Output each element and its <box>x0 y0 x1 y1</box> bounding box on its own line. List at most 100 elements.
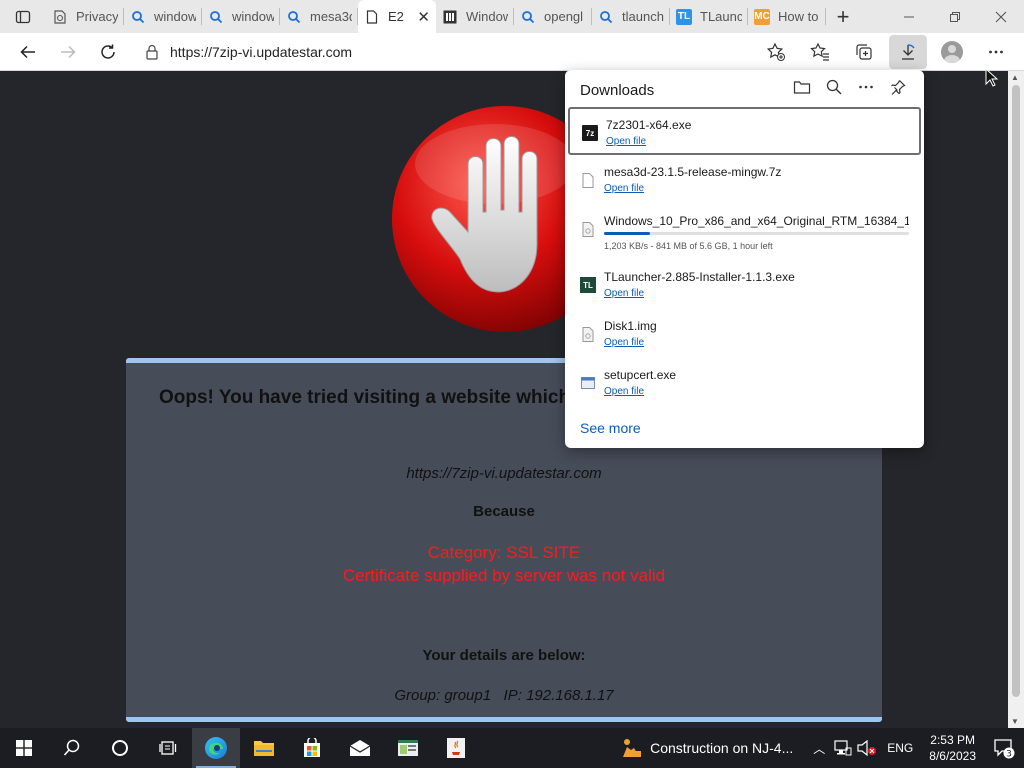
app-window-icon <box>398 740 418 756</box>
download-name: Windows_10_Pro_x86_and_x64_Original_RTM_… <box>604 214 909 228</box>
forward-button[interactable] <box>48 35 88 69</box>
show-hidden-icons-button[interactable]: ︿ <box>807 728 831 768</box>
start-button[interactable] <box>0 728 48 768</box>
more-icon <box>989 50 1003 53</box>
back-button[interactable] <box>8 35 48 69</box>
tlauncher-icon: TL <box>580 277 596 293</box>
minimize-icon <box>904 16 914 17</box>
tab-how-to[interactable]: MC How to <box>748 0 826 33</box>
minimize-button[interactable] <box>886 0 932 33</box>
app-icon <box>580 375 596 391</box>
download-item-windows-iso[interactable]: Windows_10_Pro_x86_and_x64_Original_RTM_… <box>568 205 921 261</box>
scroll-down-icon[interactable]: ▼ <box>1011 717 1019 726</box>
taskbar-mail[interactable] <box>336 728 384 768</box>
traffic-notification[interactable]: Construction on NJ-4... <box>620 737 793 759</box>
tab-strip: Privacy windows windows mesa3d E2 ✕ Wind… <box>0 0 1024 33</box>
close-window-button[interactable] <box>978 0 1024 33</box>
clock[interactable]: 2:53 PM 8/6/2023 <box>921 732 984 764</box>
profile-button[interactable] <box>930 35 974 69</box>
download-item-setupcert[interactable]: setupcert.exe Open file <box>568 359 921 407</box>
tab-actions-button[interactable] <box>0 0 46 33</box>
forward-arrow-icon <box>61 45 76 58</box>
open-file-link[interactable]: Open file <box>606 136 646 147</box>
folder-icon <box>793 81 811 94</box>
new-tab-button[interactable]: + <box>826 0 860 33</box>
notification-count: 3 <box>1006 750 1012 760</box>
search-downloads-button[interactable] <box>818 74 850 100</box>
collections-button[interactable] <box>842 35 886 69</box>
scroll-thumb[interactable] <box>1012 85 1020 697</box>
notification-icon: 3 <box>994 739 1015 760</box>
taskbar-file-explorer[interactable] <box>240 728 288 768</box>
url-text[interactable]: https://7zip-vi.updatestar.com <box>170 44 352 60</box>
download-item-disk1[interactable]: Disk1.img Open file <box>568 310 921 358</box>
block-message: Oops! You have tried visiting a website … <box>159 387 571 408</box>
open-file-link[interactable]: Open file <box>604 337 644 348</box>
search-button[interactable] <box>48 728 96 768</box>
favorites-button[interactable] <box>798 35 842 69</box>
downloads-button[interactable] <box>889 34 927 69</box>
network-icon <box>834 740 852 756</box>
see-more-link[interactable]: See more <box>580 420 641 436</box>
downloads-more-button[interactable] <box>850 74 882 100</box>
download-name: 7z2301-x64.exe <box>606 118 692 132</box>
tab-mesa3d-search[interactable]: mesa3d <box>280 0 358 33</box>
download-item-7z[interactable]: 7z 7z2301-x64.exe Open file <box>568 107 921 155</box>
edge-icon <box>205 737 227 759</box>
mc-icon: MC <box>754 8 770 25</box>
tab-title: opengl <box>544 9 584 24</box>
search-icon <box>63 739 80 756</box>
tab-tlaunch-search[interactable]: tlaunch <box>592 0 670 33</box>
tab-tlauncher[interactable]: TL TLauncher <box>670 0 748 33</box>
search-icon <box>826 79 842 95</box>
tab-windows-search-2[interactable]: windows <box>202 0 280 33</box>
pin-icon <box>891 80 906 95</box>
taskbar-edge[interactable] <box>192 728 240 768</box>
settings-more-button[interactable] <box>974 35 1018 69</box>
taskbar-java[interactable] <box>432 728 480 768</box>
add-favorite-button[interactable] <box>754 35 798 69</box>
address-bar[interactable]: https://7zip-vi.updatestar.com <box>134 36 734 67</box>
tab-windows-site[interactable]: Windows <box>436 0 514 33</box>
tab-windows-search-1[interactable]: windows <box>124 0 202 33</box>
restore-icon <box>950 11 960 22</box>
task-view-button[interactable] <box>144 728 192 768</box>
download-item-mesa3d[interactable]: mesa3d-23.1.5-release-mingw.7z Open file <box>568 156 921 204</box>
block-reason: Certificate supplied by server was not v… <box>342 566 666 585</box>
page-scrollbar[interactable]: ▲ ▼ <box>1008 71 1024 728</box>
tab-title: TLauncher <box>700 9 742 24</box>
open-file-link[interactable]: Open file <box>604 386 644 397</box>
open-downloads-folder-button[interactable] <box>786 74 818 100</box>
pin-downloads-button[interactable] <box>882 74 914 100</box>
task-view-icon <box>159 741 177 755</box>
download-item-tlauncher[interactable]: TL TLauncher-2.885-Installer-1.1.3.exe O… <box>568 261 921 309</box>
tab-title: tlaunch <box>622 9 664 24</box>
tab-e2-active[interactable]: E2 ✕ <box>358 0 436 33</box>
taskbar: Construction on NJ-4... ︿ ENG 2:53 PM 8/… <box>0 728 1024 768</box>
lock-icon[interactable] <box>134 44 170 60</box>
cortana-button[interactable] <box>96 728 144 768</box>
tab-privacy[interactable]: Privacy <box>46 0 124 33</box>
volume-button[interactable] <box>855 728 879 768</box>
language-indicator[interactable]: ENG <box>879 741 921 755</box>
close-tab-icon[interactable]: ✕ <box>417 8 430 26</box>
network-button[interactable] <box>831 728 855 768</box>
taskbar-app[interactable] <box>384 728 432 768</box>
clock-time: 2:53 PM <box>930 733 975 747</box>
taskbar-store[interactable] <box>288 728 336 768</box>
action-center-button[interactable]: 3 <box>984 728 1024 768</box>
tab-title: E2 <box>388 9 404 24</box>
notification-text[interactable]: Construction on NJ-4... <box>650 740 793 756</box>
restore-button[interactable] <box>932 0 978 33</box>
refresh-button[interactable] <box>88 35 128 69</box>
close-icon <box>995 11 1007 22</box>
favorites-icon <box>810 42 829 61</box>
open-file-link[interactable]: Open file <box>604 183 644 194</box>
tab-title: Windows <box>466 9 508 24</box>
star-plus-icon <box>766 42 785 61</box>
open-file-link[interactable]: Open file <box>604 288 644 299</box>
scroll-up-icon[interactable]: ▲ <box>1011 73 1019 82</box>
tab-opengl-search[interactable]: opengl <box>514 0 592 33</box>
volume-muted-icon <box>857 740 877 756</box>
folder-icon <box>254 741 274 756</box>
